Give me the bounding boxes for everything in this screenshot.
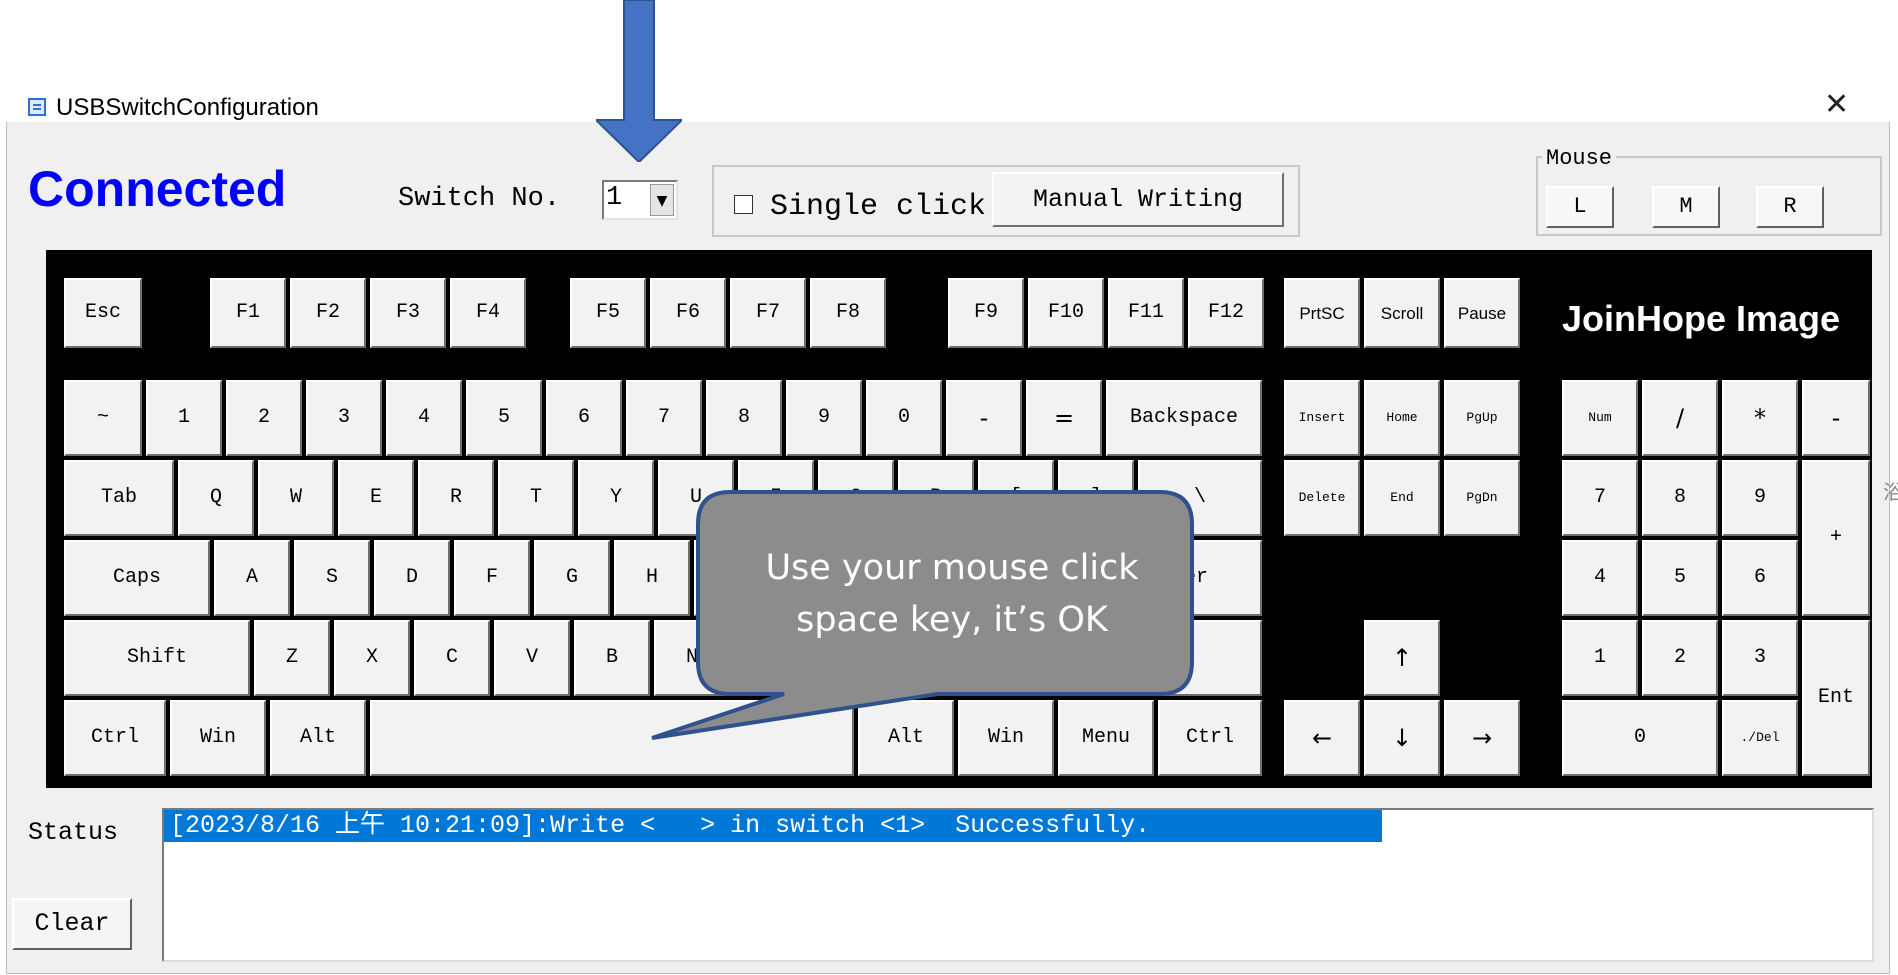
key-z[interactable]: Z	[254, 620, 330, 696]
edge-glyph: 浴	[1883, 480, 1898, 504]
arrow-right-key[interactable]: →	[1444, 700, 1520, 776]
key-tilde[interactable]: ~	[64, 380, 142, 456]
key-f[interactable]: F	[454, 540, 530, 616]
down-arrow-annotation-icon	[596, 0, 682, 162]
key-d[interactable]: D	[374, 540, 450, 616]
key-num-9[interactable]: 9	[1722, 460, 1798, 536]
chevron-down-icon[interactable]: ▼	[650, 184, 674, 216]
key-2[interactable]: 2	[226, 380, 302, 456]
close-icon[interactable]: ✕	[1824, 90, 1849, 120]
key-1[interactable]: 1	[146, 380, 222, 456]
key-tab[interactable]: Tab	[64, 460, 174, 536]
key-f10[interactable]: F10	[1028, 278, 1104, 348]
key-s[interactable]: S	[294, 540, 370, 616]
key-f5[interactable]: F5	[570, 278, 646, 348]
key-f2[interactable]: F2	[290, 278, 366, 348]
mouse-left-button[interactable]: L	[1546, 186, 1614, 228]
key-num-0[interactable]: 0	[1562, 700, 1718, 776]
key-num-plus[interactable]: +	[1802, 460, 1870, 616]
key-num-del[interactable]: ./Del	[1722, 700, 1798, 776]
key-numlock[interactable]: Num	[1562, 380, 1638, 456]
key-f6[interactable]: F6	[650, 278, 726, 348]
key-backspace[interactable]: Backspace	[1106, 380, 1262, 456]
key-e[interactable]: E	[338, 460, 414, 536]
key-alt-left[interactable]: Alt	[270, 700, 366, 776]
key-f4[interactable]: F4	[450, 278, 526, 348]
key-scroll[interactable]: Scroll	[1364, 278, 1440, 348]
key-num-3[interactable]: 3	[1722, 620, 1798, 696]
switch-label: Switch No.	[398, 184, 561, 214]
key-end[interactable]: End	[1364, 460, 1440, 536]
key-f8[interactable]: F8	[810, 278, 886, 348]
key-7[interactable]: 7	[626, 380, 702, 456]
mouse-middle-button[interactable]: M	[1652, 186, 1720, 228]
key-esc[interactable]: Esc	[64, 278, 142, 348]
single-click-label: Single click	[770, 190, 987, 224]
key-pause[interactable]: Pause	[1444, 278, 1520, 348]
key-w[interactable]: W	[258, 460, 334, 536]
key-f7[interactable]: F7	[730, 278, 806, 348]
key-caps[interactable]: Caps	[64, 540, 210, 616]
single-click-checkbox[interactable]	[734, 195, 753, 214]
app-icon	[28, 98, 46, 116]
callout-text: Use your mouse click space key, it’s OK	[765, 548, 1139, 640]
connection-status: Connected	[28, 161, 287, 217]
key-9[interactable]: 9	[786, 380, 862, 456]
key-f3[interactable]: F3	[370, 278, 446, 348]
key-num-minus[interactable]: -	[1802, 380, 1870, 456]
key-num-6[interactable]: 6	[1722, 540, 1798, 616]
key-insert[interactable]: Insert	[1284, 380, 1360, 456]
key-pgup[interactable]: PgUp	[1444, 380, 1520, 456]
key-r[interactable]: R	[418, 460, 494, 536]
key-num-multiply[interactable]: *	[1722, 380, 1798, 456]
key-win-left[interactable]: Win	[170, 700, 266, 776]
key-num-1[interactable]: 1	[1562, 620, 1638, 696]
key-0[interactable]: 0	[866, 380, 942, 456]
key-equals[interactable]: =	[1026, 380, 1102, 456]
key-num-5[interactable]: 5	[1642, 540, 1718, 616]
switch-select-value: 1	[606, 183, 623, 213]
key-c[interactable]: C	[414, 620, 490, 696]
key-delete[interactable]: Delete	[1284, 460, 1360, 536]
arrow-down-key[interactable]: ↓	[1364, 700, 1440, 776]
key-8[interactable]: 8	[706, 380, 782, 456]
key-num-divide[interactable]: /	[1642, 380, 1718, 456]
manual-writing-button[interactable]: Manual Writing	[992, 172, 1284, 227]
key-f11[interactable]: F11	[1108, 278, 1184, 348]
mouse-group-label: Mouse	[1542, 146, 1617, 171]
key-ctrl-left[interactable]: Ctrl	[64, 700, 166, 776]
status-log-entry[interactable]: [2023/8/16 上午 10:21:09]:Write < > in swi…	[164, 810, 1382, 842]
key-minus[interactable]: -	[946, 380, 1022, 456]
key-f9[interactable]: F9	[948, 278, 1024, 348]
key-q[interactable]: Q	[178, 460, 254, 536]
key-a[interactable]: A	[214, 540, 290, 616]
key-num-7[interactable]: 7	[1562, 460, 1638, 536]
key-f1[interactable]: F1	[210, 278, 286, 348]
key-prtsc[interactable]: PrtSC	[1284, 278, 1360, 348]
arrow-left-key[interactable]: ←	[1284, 700, 1360, 776]
key-num-enter[interactable]: Ent	[1802, 620, 1870, 776]
key-pgdn[interactable]: PgDn	[1444, 460, 1520, 536]
key-3[interactable]: 3	[306, 380, 382, 456]
key-home[interactable]: Home	[1364, 380, 1440, 456]
arrow-up-key[interactable]: ↑	[1364, 620, 1440, 696]
key-5[interactable]: 5	[466, 380, 542, 456]
key-x[interactable]: X	[334, 620, 410, 696]
brand-label: JoinHope Image	[1562, 298, 1841, 339]
key-num-4[interactable]: 4	[1562, 540, 1638, 616]
key-6[interactable]: 6	[546, 380, 622, 456]
key-4[interactable]: 4	[386, 380, 462, 456]
key-f12[interactable]: F12	[1188, 278, 1264, 348]
key-shift-left[interactable]: Shift	[64, 620, 250, 696]
window-title: USBSwitchConfiguration	[56, 94, 319, 121]
status-label: Status	[28, 818, 119, 847]
key-num-2[interactable]: 2	[1642, 620, 1718, 696]
mouse-right-button[interactable]: R	[1756, 186, 1824, 228]
key-num-8[interactable]: 8	[1642, 460, 1718, 536]
clear-button[interactable]: Clear	[12, 898, 132, 950]
